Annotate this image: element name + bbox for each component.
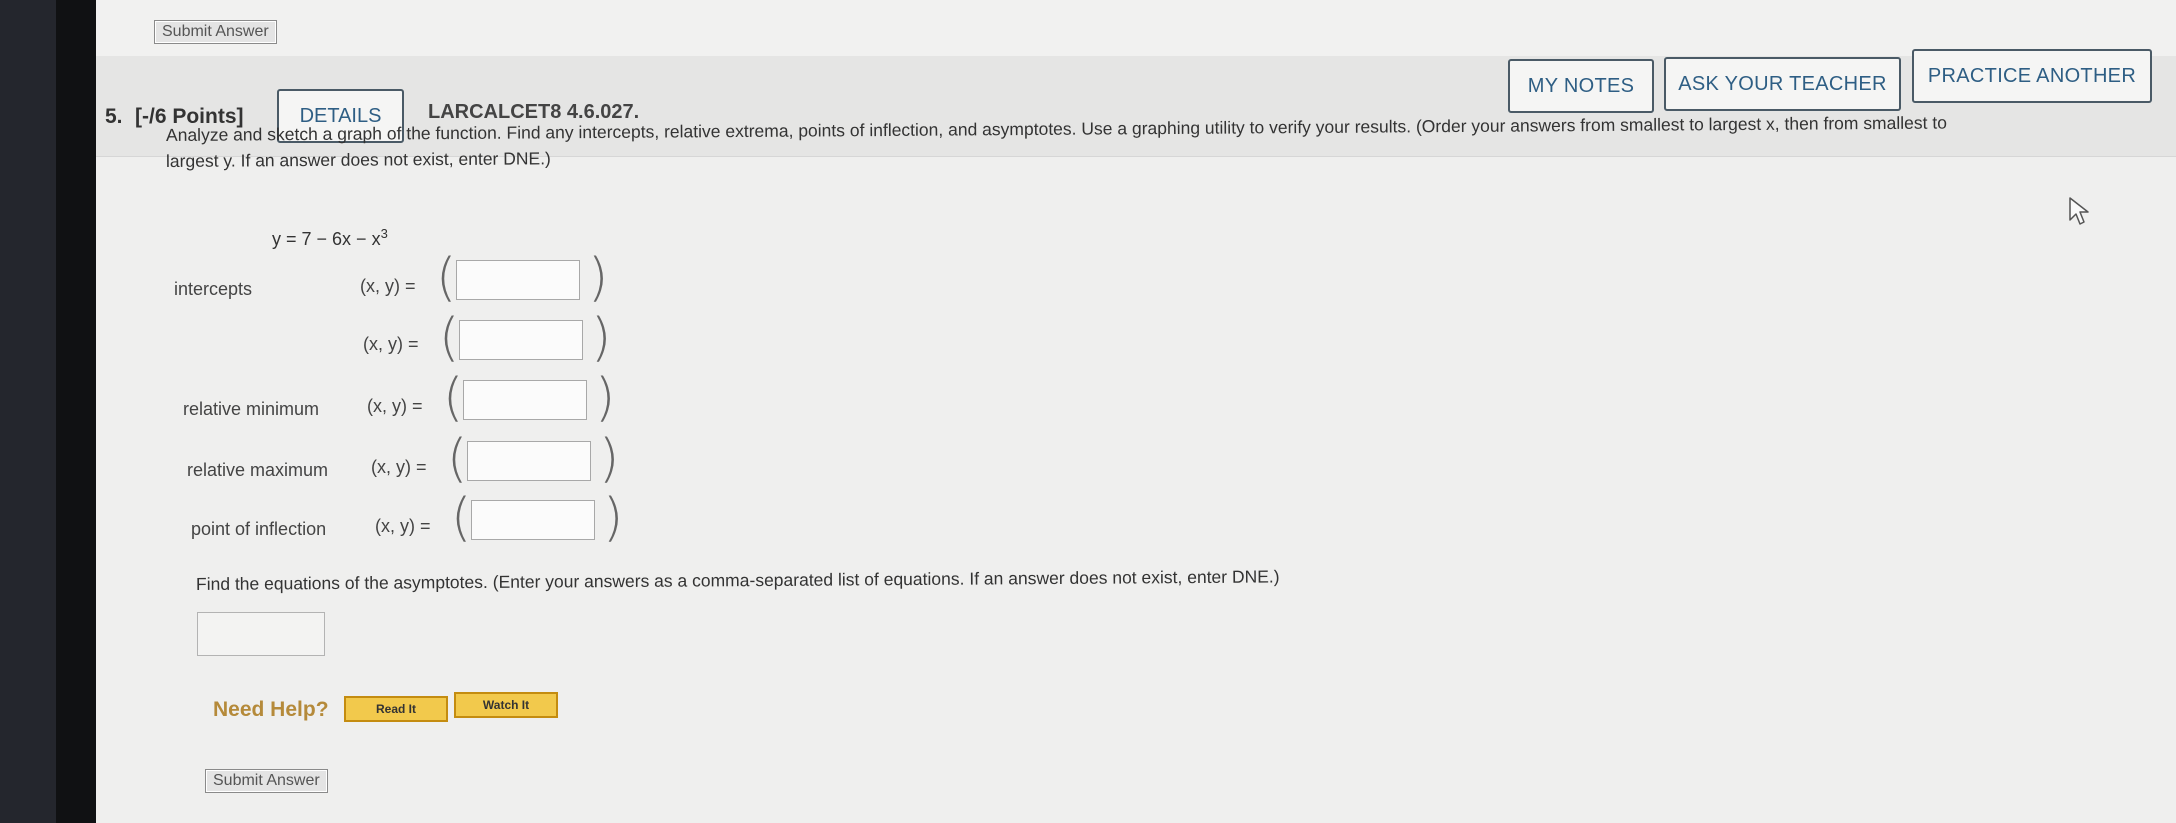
open-paren-4: (	[447, 429, 468, 489]
relative-maximum-input[interactable]	[467, 441, 591, 481]
equation-lhs: y = 7 − 6x − x	[272, 229, 381, 249]
open-paren-3: (	[443, 368, 464, 428]
screen-bezel-inner	[56, 0, 96, 823]
previous-question-area	[96, 0, 2176, 60]
xy-label-5: (x, y) =	[375, 516, 431, 536]
point-of-inflection-label: point of inflection	[191, 519, 327, 539]
read-it-button[interactable]: Read It	[344, 696, 448, 722]
intercept-answer-input-2[interactable]	[459, 320, 583, 360]
xy-label-1: (x, y) =	[360, 276, 416, 296]
close-paren-4: )	[599, 429, 620, 489]
practice-another-button[interactable]: PRACTICE ANOTHER	[1912, 49, 2152, 103]
submit-answer-button-previous[interactable]: Submit Answer	[154, 20, 277, 44]
mouse-cursor-icon	[2069, 197, 2089, 225]
equation-exponent: 3	[380, 226, 388, 241]
close-paren-2: )	[591, 308, 612, 368]
submit-answer-button[interactable]: Submit Answer	[205, 769, 328, 793]
need-help-label: Need Help?	[213, 698, 329, 721]
my-notes-button[interactable]: MY NOTES	[1508, 59, 1654, 113]
asymptotes-input[interactable]	[197, 612, 325, 656]
point-of-inflection-input[interactable]	[471, 500, 595, 540]
open-paren-5: (	[451, 488, 472, 548]
intercept-answer-input-1[interactable]	[456, 260, 580, 300]
relative-maximum-label: relative maximum	[187, 460, 329, 480]
relative-minimum-label: relative minimum	[183, 399, 320, 419]
screen-bezel	[0, 0, 56, 823]
relative-minimum-input[interactable]	[463, 380, 587, 420]
close-paren-5: )	[603, 488, 624, 548]
close-paren-3: )	[595, 368, 616, 428]
open-paren-2: (	[439, 308, 460, 368]
function-equation: y = 7 − 6x − x3	[272, 226, 388, 250]
xy-label-3: (x, y) =	[367, 396, 423, 416]
xy-label-4: (x, y) =	[371, 457, 427, 477]
question-instructions: Analyze and sketch a graph of the functi…	[166, 113, 2116, 174]
intercepts-label: intercepts	[174, 279, 253, 299]
xy-label-2: (x, y) =	[363, 334, 419, 354]
question-number: 5.	[105, 105, 123, 128]
open-paren-1: (	[436, 248, 457, 308]
ask-your-teacher-button[interactable]: ASK YOUR TEACHER	[1664, 57, 1901, 111]
watch-it-button[interactable]: Watch It	[454, 692, 558, 718]
close-paren-1: )	[588, 248, 609, 308]
